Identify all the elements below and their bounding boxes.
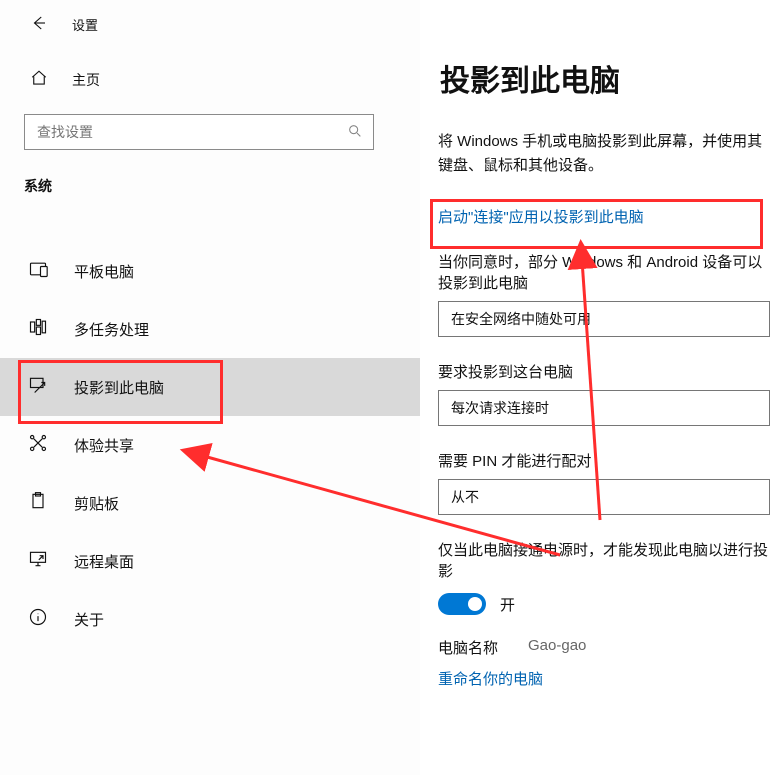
window-title: 设置 <box>72 15 98 34</box>
remote-desktop-icon <box>28 549 48 573</box>
sidebar-nav: 平板电脑 多任务处理 投影到此电脑 体验共享 <box>0 242 420 648</box>
option3-select[interactable]: 从不 <box>438 479 770 515</box>
rename-pc-link[interactable]: 重命名你的电脑 <box>438 668 770 689</box>
sidebar-item-about[interactable]: 关于 <box>0 590 420 648</box>
pc-name-value: Gao-gao <box>528 637 586 658</box>
multitask-icon <box>28 317 48 341</box>
sidebar-item-home[interactable]: 主页 <box>0 59 420 100</box>
toggle-state-label: 开 <box>500 594 515 615</box>
clipboard-icon <box>28 491 48 515</box>
launch-connect-link[interactable]: 启动"连接"应用以投影到此电脑 <box>438 206 770 227</box>
sidebar-item-clipboard[interactable]: 剪贴板 <box>0 474 420 532</box>
sidebar-item-label: 投影到此电脑 <box>74 377 164 398</box>
option2-value: 每次请求连接时 <box>451 398 549 418</box>
option3-label: 需要 PIN 才能进行配对 <box>438 450 770 471</box>
sidebar-item-label: 平板电脑 <box>74 261 134 282</box>
sidebar-item-shared[interactable]: 体验共享 <box>0 416 420 474</box>
sidebar-item-label: 剪贴板 <box>74 493 119 514</box>
power-only-toggle[interactable] <box>438 593 486 615</box>
search-input-container[interactable] <box>24 114 374 150</box>
sidebar-item-project[interactable]: 投影到此电脑 <box>0 358 420 416</box>
search-input[interactable] <box>37 124 347 140</box>
home-icon <box>30 69 48 90</box>
sidebar-item-multitask[interactable]: 多任务处理 <box>0 300 420 358</box>
option2-select[interactable]: 每次请求连接时 <box>438 390 770 426</box>
page-description: 将 Windows 手机或电脑投影到此屏幕，并使用其键盘、鼠标和其他设备。 <box>438 130 770 178</box>
pc-name-label: 电脑名称 <box>438 637 498 658</box>
sidebar-item-label: 多任务处理 <box>74 319 149 340</box>
power-only-label: 仅当此电脑接通电源时，才能发现此电脑以进行投影 <box>438 539 770 581</box>
sidebar-item-label: 关于 <box>74 609 104 630</box>
sidebar-item-label: 远程桌面 <box>74 551 134 572</box>
back-icon[interactable] <box>30 14 48 35</box>
info-icon <box>28 607 48 631</box>
section-label: 系统 <box>24 176 396 196</box>
search-icon <box>347 123 363 142</box>
home-label: 主页 <box>72 70 100 90</box>
tablet-icon <box>28 259 48 283</box>
page-title: 投影到此电脑 <box>438 56 770 100</box>
option3-value: 从不 <box>451 487 479 507</box>
sidebar-item-tablet[interactable]: 平板电脑 <box>0 242 420 300</box>
option1-label: 当你同意时，部分 Windows 和 Android 设备可以投影到此电脑 <box>438 251 770 293</box>
sidebar-item-remote[interactable]: 远程桌面 <box>0 532 420 590</box>
option1-value: 在安全网络中随处可用 <box>451 309 591 329</box>
option1-select[interactable]: 在安全网络中随处可用 <box>438 301 770 337</box>
sidebar-item-label: 体验共享 <box>74 435 134 456</box>
option2-label: 要求投影到这台电脑 <box>438 361 770 382</box>
project-icon <box>28 375 48 399</box>
share-icon <box>28 433 48 457</box>
